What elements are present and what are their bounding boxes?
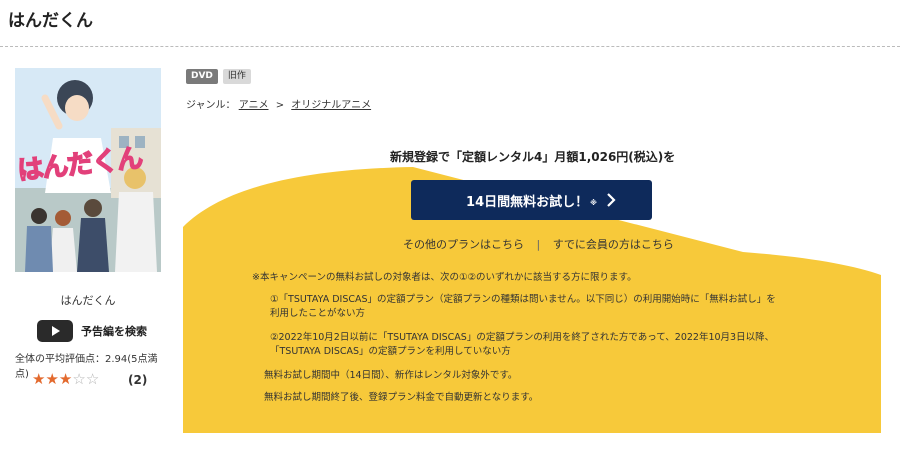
star-icon: ☆ [72,370,86,388]
free-trial-button[interactable]: 14日間無料お試し！ ※ [411,180,652,220]
note-line: 無料お試し期間終了後、登録プラン料金で自動更新となります。 [264,392,539,403]
star-icon: ★ [58,370,73,388]
genre-link-original-anime[interactable]: オリジナルアニメ [291,100,371,111]
trailer-label: 予告編を検索 [81,325,147,338]
free-trial-label: 14日間無料お試し！ [466,194,589,210]
star-icon: ★ [45,370,59,388]
note-line: 無料お試し期間中（14日間）、新作はレンタル対象外です。 [264,370,518,381]
member-login-link[interactable]: すでに会員の方はこちら [553,238,674,251]
genre-label: ジャンル： [186,100,236,111]
item-title: はんだくん [60,294,116,307]
note-line: ②2022年10月2日以前に「TSUTAYA DISCAS」の定額プランの利用を… [270,332,775,343]
play-icon [37,320,73,342]
plan-links: その他のプランはこちら | すでに会員の方はこちら [403,236,674,252]
genre-breadcrumb: ジャンル： アニメ > オリジナルアニメ [186,96,371,111]
page-title: はんだくん [8,11,93,31]
tag-dvd: DVD [186,69,218,84]
free-trial-note-mark: ※ [590,199,597,207]
trailer-search-button[interactable]: 予告編を検索 [37,320,147,342]
rating-stars: ★ ★ ★ ☆ ☆ [32,372,99,387]
genre-separator: > [275,100,285,111]
link-separator: | [536,238,541,251]
note-line: ①「TSUTAYA DISCAS」の定額プラン（定額プランの種類は問いません。以… [270,294,776,305]
note-line: ※本キャンペーンの無料お試しの対象者は、次の①②のいずれかに該当する方に限ります… [252,272,637,283]
note-line: 「TSUTAYA DISCAS」の定額プランを利用していない方 [270,346,511,357]
format-tags: DVD 旧作 [186,69,251,84]
campaign-heading: 新規登録で「定額レンタル4」月額1,026円(税込)を [390,150,676,164]
poster-image[interactable]: はんだくん [15,68,161,272]
genre-link-anime[interactable]: アニメ [239,100,269,111]
chevron-right-icon [607,193,616,207]
other-plans-link[interactable]: その他のプランはこちら [403,238,524,251]
star-icon: ★ [32,370,46,388]
note-line: 利用したことがない方 [270,308,366,319]
header-divider [0,46,900,47]
review-count-link[interactable]: (2) [128,373,147,387]
star-icon: ☆ [85,370,100,388]
tag-old-release: 旧作 [222,69,251,84]
